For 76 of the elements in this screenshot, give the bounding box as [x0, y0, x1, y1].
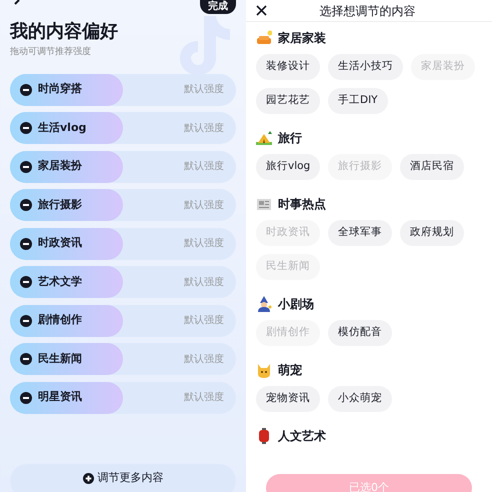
slider-fill[interactable] — [10, 228, 123, 260]
section-heading: 人文艺术 — [278, 428, 326, 445]
category-label: 家居装扮 — [38, 158, 82, 174]
tag-chip[interactable]: 政府规划 — [400, 220, 464, 246]
slider-track[interactable]: 时政资讯 默认强度 — [10, 228, 236, 260]
remove-icon[interactable] — [20, 84, 32, 96]
tag-chip[interactable]: 全球军事 — [328, 220, 392, 246]
tag-chip[interactable]: 小众萌宠 — [328, 386, 392, 412]
strength-label: 默认强度 — [184, 82, 224, 97]
section-heading: 小剧场 — [278, 296, 314, 313]
slider-track[interactable]: 剧情创作 默认强度 — [10, 304, 236, 336]
done-button[interactable]: 完成 — [200, 0, 236, 14]
slider-fill[interactable] — [10, 189, 123, 221]
strength-label: 默认强度 — [184, 160, 224, 174]
tag-chip[interactable]: 装修设计 — [256, 54, 320, 80]
tag-chip[interactable]: 宠物资讯 — [256, 386, 320, 412]
slider-track[interactable]: 家居装扮 默认强度 — [10, 150, 236, 182]
section-heading: 旅行 — [278, 130, 302, 147]
section-heading: 家居家装 — [278, 30, 326, 47]
remove-icon[interactable] — [20, 353, 32, 365]
category-label: 民生新闻 — [38, 350, 82, 367]
slider-fill[interactable] — [10, 150, 123, 182]
wizard-icon — [256, 296, 272, 312]
sofa-icon — [256, 30, 272, 46]
close-icon[interactable] — [256, 5, 267, 16]
page-title: 我的内容偏好 — [10, 20, 119, 44]
add-icon — [82, 473, 94, 484]
slider-fill[interactable] — [10, 266, 123, 298]
strength-label: 默认强度 — [184, 352, 224, 366]
slider-track[interactable]: 时尚穿搭 默认强度 — [10, 74, 236, 106]
strength-label: 默认强度 — [184, 276, 224, 290]
back-icon[interactable] — [12, 0, 22, 6]
section-heading: 萌宠 — [278, 362, 302, 379]
tag-chip[interactable]: 旅行vlog — [256, 154, 320, 180]
category-label: 时尚穿搭 — [38, 81, 82, 98]
remove-icon[interactable] — [20, 160, 32, 172]
slider-fill[interactable] — [10, 343, 123, 375]
remove-icon[interactable] — [20, 238, 32, 250]
subtitle: 拖动可调节推荐强度 — [10, 46, 92, 59]
sheet-title: 选择想调节的内容 — [318, 2, 416, 20]
category-label: 旅行摄影 — [38, 196, 82, 213]
remove-icon[interactable] — [20, 199, 32, 211]
strength-label: 默认强度 — [184, 314, 224, 328]
tag-chip[interactable]: 模仿配音 — [328, 320, 392, 346]
category-label: 明星资讯 — [38, 389, 82, 406]
tent-icon — [256, 130, 272, 146]
strength-label: 默认强度 — [184, 236, 224, 251]
slider-fill[interactable] — [10, 382, 123, 414]
strength-label: 默认强度 — [184, 122, 224, 136]
remove-icon[interactable] — [20, 122, 32, 134]
lantern-icon — [256, 428, 272, 444]
tag-chip[interactable]: 酒店民宿 — [400, 154, 464, 180]
category-label: 时政资讯 — [38, 235, 82, 252]
category-label: 艺术文学 — [38, 274, 82, 290]
slider-fill[interactable] — [10, 304, 123, 336]
category-label: 剧情创作 — [38, 312, 82, 328]
strength-label: 默认强度 — [184, 390, 224, 405]
remove-icon[interactable] — [20, 392, 32, 404]
remove-icon[interactable] — [20, 276, 32, 288]
slider-track[interactable]: 生活vlog 默认强度 — [10, 112, 236, 144]
slider-fill[interactable] — [10, 74, 123, 106]
tag-chip[interactable]: 园艺花艺 — [256, 88, 320, 114]
tag-chip[interactable]: 生活小技巧 — [328, 54, 403, 80]
cat-icon — [256, 362, 272, 378]
slider-track[interactable]: 旅行摄影 默认强度 — [10, 189, 236, 221]
tag-chip[interactable]: 手工DIY — [328, 88, 388, 114]
section-heading: 时事热点 — [278, 196, 326, 213]
adjust-more-button[interactable]: 调节更多内容 — [10, 464, 236, 492]
slider-track[interactable]: 民生新闻 默认强度 — [10, 343, 236, 375]
slider-fill[interactable] — [10, 112, 123, 144]
slider-track[interactable]: 明星资讯 默认强度 — [10, 382, 236, 414]
remove-icon[interactable] — [20, 314, 32, 326]
category-label: 生活vlog — [38, 120, 86, 136]
slider-track[interactable]: 艺术文学 默认强度 — [10, 266, 236, 298]
strength-label: 默认强度 — [184, 198, 224, 212]
newspaper-icon — [256, 196, 272, 212]
